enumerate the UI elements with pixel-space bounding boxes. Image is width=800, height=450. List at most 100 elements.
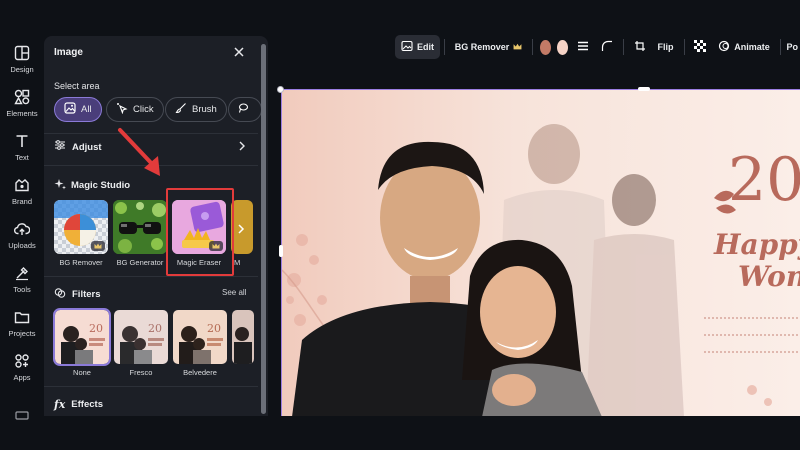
magic-click-icon [116, 102, 128, 117]
see-all-link[interactable]: See all [222, 288, 246, 297]
canvas-year-text[interactable]: 20 [728, 150, 800, 210]
sparkle-icon [54, 178, 66, 193]
select-more-chip[interactable] [228, 97, 262, 122]
rail-label-text: Text [15, 153, 29, 162]
filter-belvedere[interactable]: 20 [173, 310, 227, 364]
bg-remover-label: BG Remover [59, 258, 103, 267]
rail-item-uploads[interactable]: Uploads [0, 220, 44, 250]
apps-icon [13, 352, 31, 370]
transparency-icon [694, 40, 707, 54]
bg-remover-button[interactable]: BG Remover [449, 35, 529, 59]
filter-none[interactable]: 20 [53, 308, 111, 366]
rail-label-uploads: Uploads [8, 241, 36, 250]
filter-none-thumbnail: 20 [55, 310, 109, 364]
divider [44, 276, 258, 277]
rail-label-projects: Projects [8, 329, 36, 338]
tools-icon [13, 264, 31, 282]
brand-icon [13, 176, 31, 194]
transparency-button[interactable] [688, 35, 712, 59]
rail-item-brand[interactable]: Brand [0, 176, 44, 206]
more-apps-icon [13, 406, 31, 424]
sliders-icon [54, 138, 66, 156]
panel-scrollbar[interactable] [261, 44, 266, 414]
rail-item-apps[interactable]: Apps [0, 352, 44, 382]
resize-handle-top[interactable] [638, 87, 650, 91]
edit-button[interactable]: Edit [395, 35, 440, 59]
border-style-button[interactable] [571, 35, 595, 59]
filter-more[interactable] [232, 310, 254, 364]
rail-label-elements: Elements [6, 109, 38, 118]
color-swatch-2[interactable] [556, 39, 568, 55]
rail-item-projects[interactable]: Projects [0, 308, 44, 338]
bg-remover-tile[interactable] [54, 200, 108, 254]
elements-icon [13, 88, 31, 106]
effects-icon: fx [54, 398, 66, 411]
contextual-toolbar: Edit BG Remover Flip Animate Po [395, 34, 800, 60]
premium-crown-icon [513, 42, 522, 52]
animate-icon [718, 40, 730, 54]
filter-belvedere-thumbnail: 20 [173, 310, 227, 364]
canvas-happy-text[interactable]: Happy [714, 230, 800, 260]
corner-rounding-button[interactable] [595, 35, 619, 59]
position-label: Po [786, 42, 799, 52]
panel-scrollbar-thumb[interactable] [261, 44, 266, 414]
panel-title: Image [54, 47, 83, 58]
resize-handle-top-left[interactable] [277, 86, 284, 93]
filter-more-thumbnail [232, 310, 254, 364]
bg-generator-tile[interactable] [113, 200, 167, 254]
rail-label-tools: Tools [13, 285, 31, 294]
canvas-women-text[interactable]: Won [738, 262, 800, 292]
toolbar-separator [779, 39, 781, 55]
resize-handle-left[interactable] [279, 245, 283, 257]
position-button[interactable]: Po [785, 35, 800, 59]
flip-label: Flip [657, 42, 674, 52]
animate-button[interactable]: Animate [712, 35, 776, 59]
close-button[interactable] [230, 44, 248, 62]
animate-label: Animate [734, 42, 770, 52]
design-icon [13, 44, 31, 62]
select-area-title: Select area [54, 81, 100, 91]
rail-label-apps: Apps [13, 373, 31, 382]
rail-item-elements[interactable]: Elements [0, 88, 44, 118]
svg-text:20: 20 [207, 322, 221, 335]
svg-text:20: 20 [89, 322, 103, 335]
toolbar-separator [683, 39, 685, 55]
rail-item-tools[interactable]: Tools [0, 264, 44, 294]
rail-item-design[interactable]: Design [0, 44, 44, 74]
magic-tool-more-tile[interactable] [231, 200, 253, 254]
red-arrow-annotation [118, 128, 160, 176]
select-click-chip[interactable]: Click [106, 97, 164, 122]
premium-crown-icon [209, 241, 223, 251]
effects-label: Effects [71, 399, 103, 410]
rail-item-more[interactable] [0, 406, 44, 424]
design-canvas[interactable]: 20 Happy Won [281, 89, 800, 416]
rail-label-brand: Brand [11, 197, 32, 206]
effects-row[interactable]: fx Effects [54, 398, 103, 411]
flip-button[interactable]: Flip [652, 35, 680, 59]
brush-icon [175, 102, 187, 117]
select-click-label: Click [133, 104, 154, 115]
select-all-chip[interactable]: All [54, 97, 102, 122]
uploads-icon [13, 220, 31, 238]
magic-eraser-tile[interactable] [172, 200, 226, 254]
filter-fresco[interactable]: 20 [114, 310, 168, 364]
close-icon [234, 44, 244, 62]
rail-item-text[interactable]: Text [0, 132, 44, 162]
filters-header: Filters [54, 287, 101, 302]
bg-generator-label: BG Generator [116, 258, 164, 267]
filter-belvedere-label: Belvedere [183, 368, 217, 377]
rail-label-design: Design [10, 65, 34, 74]
chevron-right-icon [237, 221, 245, 239]
select-brush-chip[interactable]: Brush [165, 97, 227, 122]
text-icon [13, 132, 31, 150]
filter-fresco-thumbnail: 20 [114, 310, 168, 364]
magic-eraser-label: Magic Eraser [176, 258, 222, 267]
crop-button[interactable] [628, 35, 652, 59]
filters-title: Filters [72, 289, 101, 300]
color-swatch-1[interactable] [540, 39, 551, 55]
chevron-right-icon [238, 138, 246, 156]
bg-remover-toolbar-label: BG Remover [454, 42, 510, 52]
corner-rounding-icon [601, 40, 613, 54]
select-brush-label: Brush [192, 104, 217, 115]
editor-app: Design Elements Text Brand Uploads Tools… [0, 0, 800, 450]
